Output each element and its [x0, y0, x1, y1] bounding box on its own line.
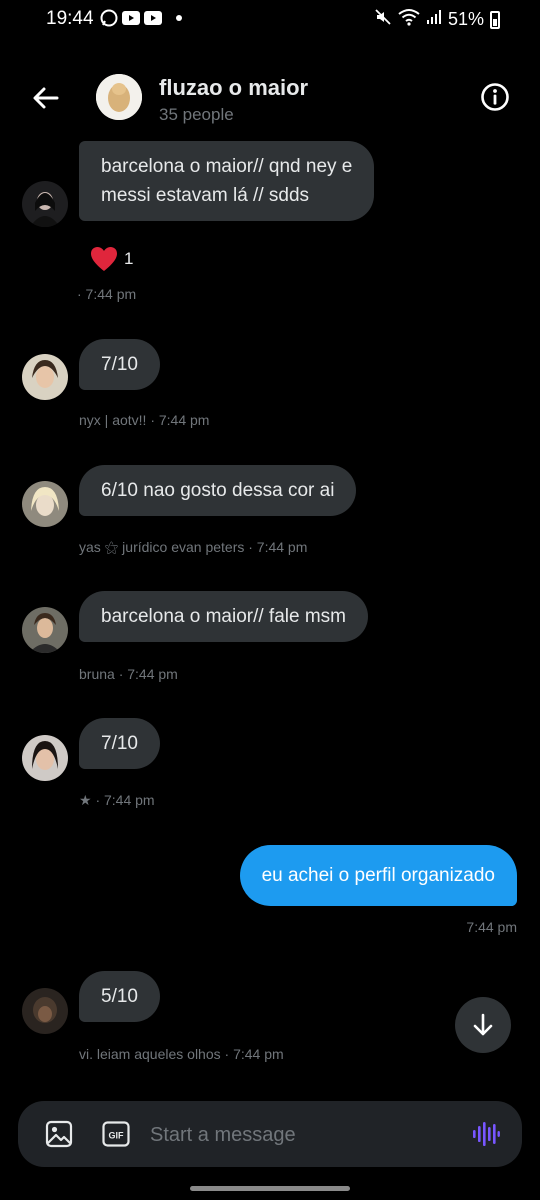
message-bubble[interactable]: barcelona o maior// fale msm [79, 591, 368, 642]
more-notifications-dot [176, 15, 182, 21]
info-button[interactable] [480, 82, 510, 112]
outgoing-message-meta: 7:44 pm [466, 919, 517, 935]
group-avatar[interactable] [96, 74, 142, 120]
message-bubble[interactable]: 6/10 nao gosto dessa cor ai [79, 465, 357, 516]
message-reaction[interactable]: 1 [90, 246, 133, 272]
sender-avatar[interactable] [22, 481, 68, 527]
message-composer: GIF [18, 1101, 522, 1167]
info-icon [481, 83, 509, 111]
sender-avatar[interactable] [22, 988, 68, 1034]
notification-icons [100, 9, 182, 27]
back-arrow-icon [33, 87, 59, 109]
sender-avatar[interactable] [22, 354, 68, 400]
sender-avatar[interactable] [22, 181, 68, 227]
youtube-icon [122, 9, 140, 27]
whatsapp-icon [100, 9, 118, 27]
message-bubble[interactable]: barcelona o maior// qnd ney e messi esta… [79, 141, 375, 221]
status-bar: 19:44 51% [0, 0, 540, 40]
message-bubble[interactable]: 7/10 [79, 339, 160, 390]
gif-icon: GIF [102, 1121, 130, 1147]
battery-percent: 51% [447, 9, 484, 29]
home-indicator[interactable] [190, 1186, 350, 1191]
back-button[interactable] [30, 82, 62, 114]
message-meta: · 7:44 pm [77, 286, 137, 302]
system-icons: 51% [374, 8, 500, 31]
message-bubble[interactable]: 5/10 [79, 971, 160, 1022]
group-title[interactable]: fluzao o maior [159, 75, 308, 101]
voice-message-button[interactable] [472, 1120, 500, 1148]
message-meta: nyx | aotv!! · 7:44 pm [79, 412, 210, 428]
mute-icon [374, 8, 392, 31]
message-meta: ★ · 7:44 pm [79, 792, 155, 808]
add-image-button[interactable] [45, 1120, 73, 1148]
signal-icon [426, 9, 442, 30]
svg-text:GIF: GIF [109, 1131, 125, 1141]
voice-wave-icon [473, 1122, 500, 1146]
status-time: 19:44 [46, 8, 94, 29]
message-meta: yas ⚝ jurídico evan peters · 7:44 pm [79, 539, 308, 555]
sender-avatar[interactable] [22, 607, 68, 653]
wifi-icon [398, 8, 420, 31]
youtube-icon [144, 9, 162, 27]
group-member-count: 35 people [159, 105, 234, 124]
battery-icon [490, 10, 500, 29]
sender-avatar[interactable] [22, 735, 68, 781]
heart-icon [91, 247, 117, 271]
image-icon [45, 1120, 73, 1148]
arrow-down-icon [473, 1013, 493, 1036]
reaction-count: 1 [124, 249, 134, 268]
conversation-header: fluzao o maior 35 people [0, 60, 540, 140]
message-meta: vi. leiam aqueles olhos · 7:44 pm [79, 1046, 284, 1062]
message-bubble[interactable]: 7/10 [79, 718, 160, 769]
message-input[interactable] [150, 1121, 450, 1149]
outgoing-message-bubble[interactable]: eu achei o perfil organizado [239, 845, 517, 906]
scroll-to-bottom-button[interactable] [455, 997, 511, 1053]
add-gif-button[interactable]: GIF [102, 1121, 130, 1147]
message-meta: bruna · 7:44 pm [79, 666, 178, 682]
